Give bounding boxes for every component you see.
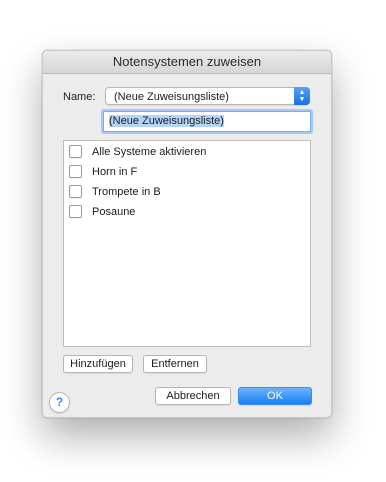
cancel-button[interactable]: Abbrechen bbox=[155, 387, 231, 405]
add-button[interactable]: Hinzufügen bbox=[63, 355, 133, 373]
remove-button[interactable]: Entfernen bbox=[143, 355, 207, 373]
assignment-list-popup[interactable]: (Neue Zuweisungsliste) ▲ ▼ bbox=[105, 87, 310, 105]
checkbox[interactable] bbox=[69, 184, 82, 198]
up-down-arrows-icon: ▲ ▼ bbox=[294, 87, 310, 105]
list-item-label: Trompete in B bbox=[92, 186, 161, 198]
list-item-label: Alle Systeme aktivieren bbox=[92, 146, 207, 158]
list-item-horn[interactable]: Horn in F bbox=[69, 164, 137, 180]
list-item-trumpet[interactable]: Trompete in B bbox=[69, 184, 161, 200]
list-item-label: Horn in F bbox=[92, 166, 138, 178]
list-item-label: Posaune bbox=[92, 206, 136, 218]
checkbox[interactable] bbox=[69, 164, 82, 178]
checkbox[interactable] bbox=[69, 144, 82, 158]
assign-staves-dialog: Notensystemen zuweisen Name: (Neue Zuwei… bbox=[42, 50, 332, 418]
staff-list: Alle Systeme aktivieren Horn in F Trompe… bbox=[63, 140, 311, 347]
list-name-field[interactable]: (Neue Zuweisungsliste) bbox=[103, 111, 311, 132]
help-icon[interactable]: ? bbox=[49, 392, 70, 413]
dialog-title: Notensystemen zuweisen bbox=[43, 51, 331, 74]
popup-value: (Neue Zuweisungsliste) bbox=[114, 91, 229, 103]
list-item-trombone[interactable]: Posaune bbox=[69, 204, 135, 220]
ok-button[interactable]: OK bbox=[238, 387, 312, 405]
list-name-value: (Neue Zuweisungsliste) bbox=[109, 115, 224, 127]
list-item-all-staves[interactable]: Alle Systeme aktivieren bbox=[69, 144, 206, 160]
name-label: Name: bbox=[63, 91, 96, 103]
checkbox[interactable] bbox=[69, 204, 82, 218]
